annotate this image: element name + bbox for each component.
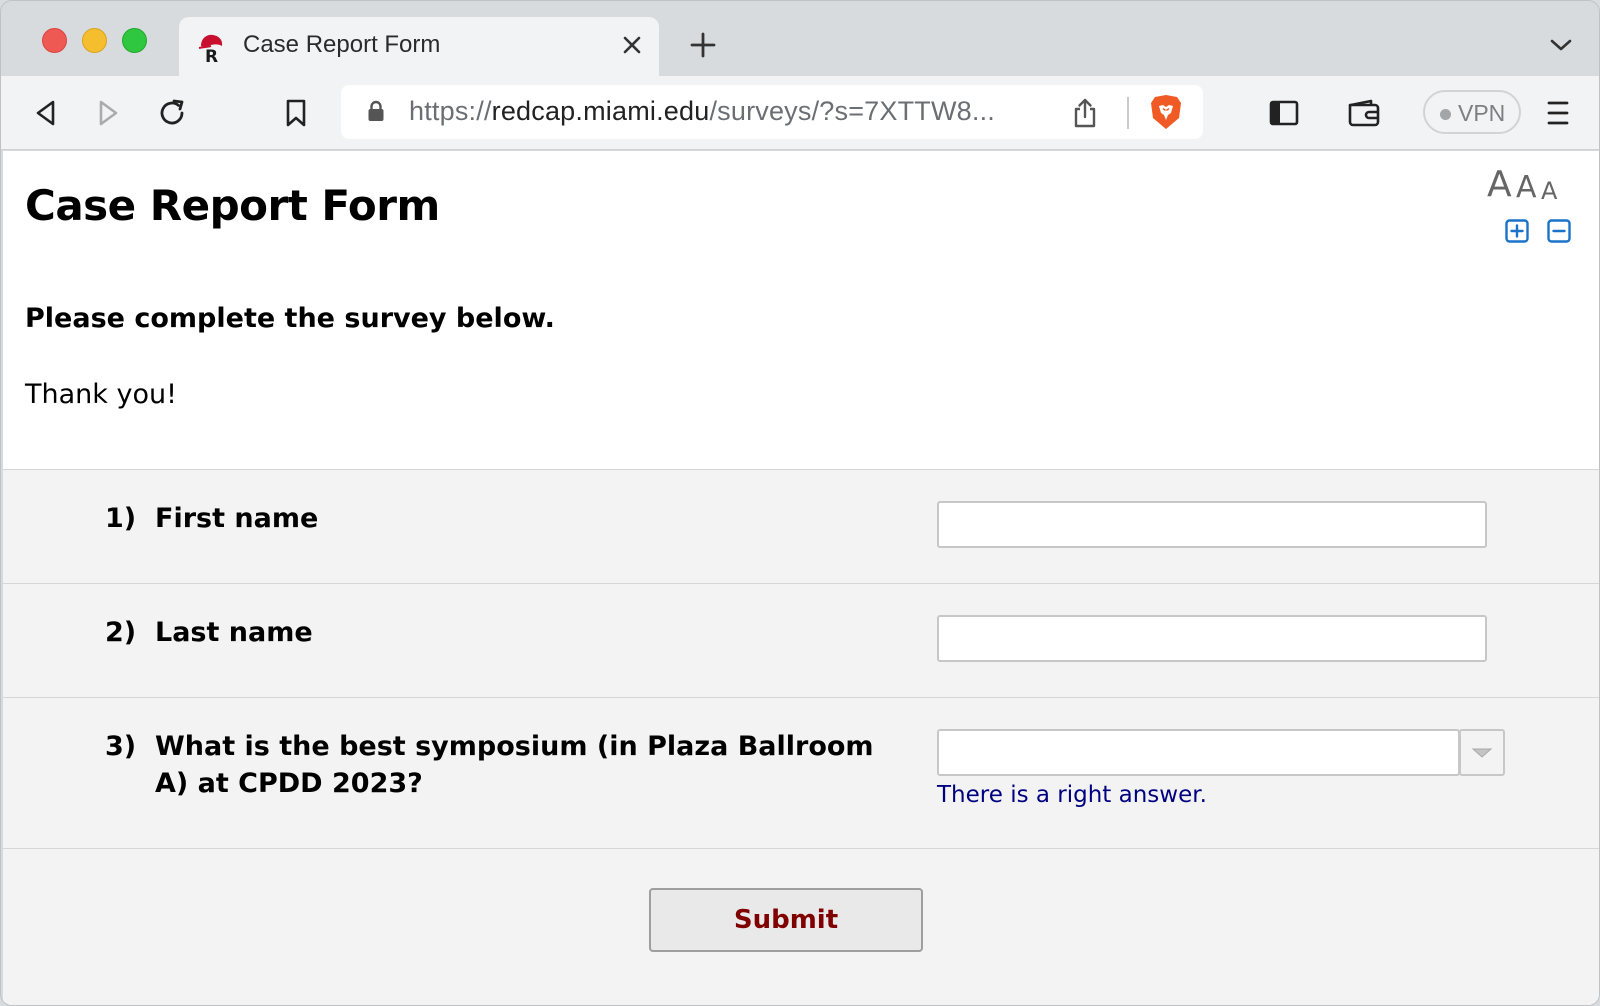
question-row-last-name: 2) Last name [3,584,1599,698]
url-path: /surveys/?s=7XTTW8... [709,96,995,126]
vpn-label: VPN [1458,100,1506,126]
question-note: There is a right answer. [937,782,1207,808]
survey-page: Case Report Form A A A Please complete t… [3,151,1599,1005]
last-name-input[interactable] [937,615,1487,662]
reload-button[interactable] [155,96,189,130]
font-size-controls: A A A [1487,164,1567,205]
sidebar-icon [1269,100,1299,126]
question-number: 3) [105,731,137,762]
share-icon[interactable] [1071,97,1099,129]
url-host: redcap.miami.edu [491,96,710,126]
back-icon [36,100,55,126]
address-bar[interactable]: https://redcap.miami.edu/surveys/?s=7XTT… [341,85,1203,139]
redcap-favicon-icon: R [198,34,223,64]
browser-window: R Case Report Form https://redcap.miami.… [0,0,1600,1006]
font-size-small[interactable]: A [1541,177,1557,205]
symposium-dropdown-button[interactable] [1459,729,1505,776]
zoom-in-icon[interactable] [1505,219,1529,243]
tab-title: Case Report Form [243,31,441,58]
question-row-first-name: 1) First name [3,470,1599,584]
symposium-combobox-input[interactable] [937,729,1460,776]
page-title: Case Report Form [25,181,440,230]
url-protocol: https:// [409,96,492,126]
brave-shield-icon[interactable] [1149,93,1183,131]
wallet-icon [1348,99,1380,127]
question-number: 2) [105,617,137,648]
font-size-medium[interactable]: A [1516,170,1537,205]
url-text: https://redcap.miami.edu/surveys/?s=7XTT… [409,96,995,127]
forward-icon [99,100,118,126]
questions-section: 1) First name 2) Last name 3) What is th… [3,469,1599,1005]
vpn-status-dot [1440,109,1451,120]
forward-button[interactable] [91,96,125,130]
back-button[interactable] [29,96,63,130]
main-menu-button[interactable] [1541,96,1575,130]
zoom-controls [1505,219,1571,245]
close-window-button[interactable] [42,28,67,53]
wallet-button[interactable] [1347,96,1381,130]
lock-icon [368,100,384,121]
zoom-out-icon[interactable] [1547,219,1571,243]
reload-icon [160,99,184,125]
font-size-large[interactable]: A [1487,164,1512,205]
close-tab-icon[interactable] [619,32,645,58]
tab-list-chevron-icon[interactable] [1549,37,1573,53]
new-tab-icon[interactable] [689,31,717,59]
sidebar-toggle-button[interactable] [1267,96,1301,130]
address-bar-divider [1127,97,1129,129]
question-row-symposium: 3) What is the best symposium (in Plaza … [3,698,1599,849]
tab-case-report-form[interactable]: R Case Report Form [179,17,659,76]
bookmark-icon [286,99,306,127]
minimize-window-button[interactable] [82,28,107,53]
question-label: What is the best symposium (in Plaza Bal… [155,731,874,799]
maximize-window-button[interactable] [122,28,147,53]
dropdown-arrow-icon [1471,748,1493,758]
question-number: 1) [105,503,137,534]
question-label: Last name [155,617,313,648]
vpn-button[interactable]: VPN [1423,90,1521,134]
bookmark-button[interactable] [279,96,313,130]
submit-button[interactable]: Submit [649,888,923,952]
survey-instructions: Please complete the survey below. [25,303,555,334]
first-name-input[interactable] [937,501,1487,548]
question-label: First name [155,503,319,534]
survey-thanks: Thank you! [25,379,177,410]
browser-toolbar: https://redcap.miami.edu/surveys/?s=7XTT… [1,76,1599,150]
tab-bar: R Case Report Form [1,1,1599,76]
menu-icon [1547,101,1569,125]
svg-text:R: R [205,47,218,64]
